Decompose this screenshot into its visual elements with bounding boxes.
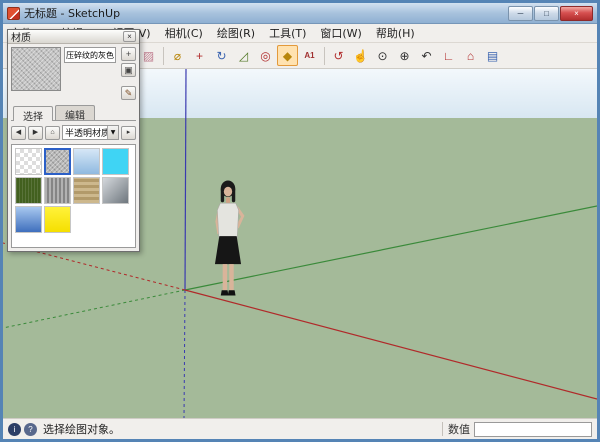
paint-bucket-button[interactable]: ◆	[277, 45, 298, 66]
window-title: 无标题 - SketchUp	[24, 5, 120, 21]
info-icon[interactable]: i	[8, 423, 21, 436]
material-swatch[interactable]	[15, 206, 42, 233]
material-name-input[interactable]	[64, 47, 116, 63]
materials-close-button[interactable]: ×	[123, 31, 136, 42]
text-tool-button[interactable]: A1	[299, 45, 320, 66]
window-controls: ─ □ ×	[507, 6, 593, 21]
eraser-tool-button[interactable]: ▨	[138, 45, 159, 66]
menu-camera[interactable]: 相机(C)	[158, 23, 210, 43]
material-preview-row: + ▣ ✎	[11, 47, 136, 100]
in-model-button[interactable]: ⌂	[45, 126, 60, 140]
tab-select[interactable]: 选择	[13, 106, 53, 121]
share-model-button[interactable]: ▤	[482, 45, 503, 66]
statusbar-divider	[442, 422, 443, 436]
collection-dropdown[interactable]: 半透明材质 ▼	[62, 125, 119, 140]
materials-dialog-body: + ▣ ✎ 选择 编辑 ◀ ▶ ⌂ 半透明材质 ▼ ▸	[8, 44, 139, 251]
materials-dialog: 材质 × + ▣ ✎ 选择 编辑 ◀ ▶	[7, 29, 140, 252]
default-paint-button[interactable]: ▣	[121, 63, 136, 77]
minimize-button[interactable]: ─	[508, 6, 533, 21]
get-models-button[interactable]: ⌂	[460, 45, 481, 66]
material-swatch[interactable]	[102, 148, 129, 175]
measurements-label: 数值	[448, 421, 470, 437]
pan-tool-button[interactable]: ☝	[350, 45, 371, 66]
materials-nav-row: ◀ ▶ ⌂ 半透明材质 ▼ ▸	[11, 125, 136, 140]
material-swatch[interactable]	[73, 148, 100, 175]
orbit-tool-button[interactable]: ↺	[328, 45, 349, 66]
material-swatch-selected[interactable]	[44, 148, 71, 175]
material-swatch[interactable]	[102, 177, 129, 204]
toolbar-divider	[324, 47, 325, 65]
menu-window[interactable]: 窗口(W)	[313, 23, 368, 43]
material-swatch[interactable]	[44, 177, 71, 204]
back-button[interactable]: ◀	[11, 126, 26, 140]
materials-dialog-titlebar[interactable]: 材质 ×	[8, 30, 139, 44]
forward-button[interactable]: ▶	[28, 126, 43, 140]
menu-help[interactable]: 帮助(H)	[369, 23, 422, 43]
material-swatch[interactable]	[15, 148, 42, 175]
measurements-input[interactable]	[474, 422, 592, 437]
status-message: 选择绘图对象。	[43, 421, 120, 437]
rotate-tool-button[interactable]: ↻	[211, 45, 232, 66]
sketchup-app-icon	[7, 7, 20, 20]
create-material-button[interactable]: +	[121, 47, 136, 61]
material-preview	[11, 47, 61, 91]
material-swatch-grid	[11, 144, 136, 248]
material-name-column	[64, 47, 116, 100]
sketchup-window: 无标题 - SketchUp ─ □ × 文件(F) 编辑(E) 视图(V) 相…	[0, 0, 600, 442]
status-bar: i ? 选择绘图对象。 数值	[3, 418, 597, 439]
move-tool-button[interactable]: +	[189, 45, 210, 66]
material-swatch[interactable]	[15, 177, 42, 204]
maximize-button[interactable]: □	[534, 6, 559, 21]
close-button[interactable]: ×	[560, 6, 593, 21]
materials-dialog-title: 材质	[11, 29, 31, 44]
materials-tabs: 选择 编辑	[11, 105, 136, 121]
previous-view-button[interactable]: ↶	[416, 45, 437, 66]
menu-draw[interactable]: 绘图(R)	[210, 23, 262, 43]
scale-tool-button[interactable]: ◿	[233, 45, 254, 66]
zoom-extents-button[interactable]: ⊕	[394, 45, 415, 66]
material-side-buttons: + ▣ ✎	[119, 47, 136, 100]
axes-tool-button[interactable]: ∟	[438, 45, 459, 66]
material-swatch[interactable]	[73, 177, 100, 204]
details-arrow-button[interactable]: ▸	[121, 126, 136, 140]
offset-tool-button[interactable]: ◎	[255, 45, 276, 66]
chevron-down-icon[interactable]: ▼	[107, 126, 118, 139]
zoom-tool-button[interactable]: ⊙	[372, 45, 393, 66]
titlebar[interactable]: 无标题 - SketchUp ─ □ ×	[3, 3, 597, 24]
sample-paint-button[interactable]: ✎	[121, 86, 136, 100]
menu-tools[interactable]: 工具(T)	[262, 23, 313, 43]
help-icon[interactable]: ?	[24, 423, 37, 436]
tape-measure-button[interactable]: ⌀	[167, 45, 188, 66]
material-swatch[interactable]	[44, 206, 71, 233]
tab-edit[interactable]: 编辑	[55, 105, 95, 120]
collection-label: 半透明材质	[65, 126, 107, 139]
toolbar-divider	[163, 47, 164, 65]
person-figure[interactable]	[199, 178, 257, 298]
